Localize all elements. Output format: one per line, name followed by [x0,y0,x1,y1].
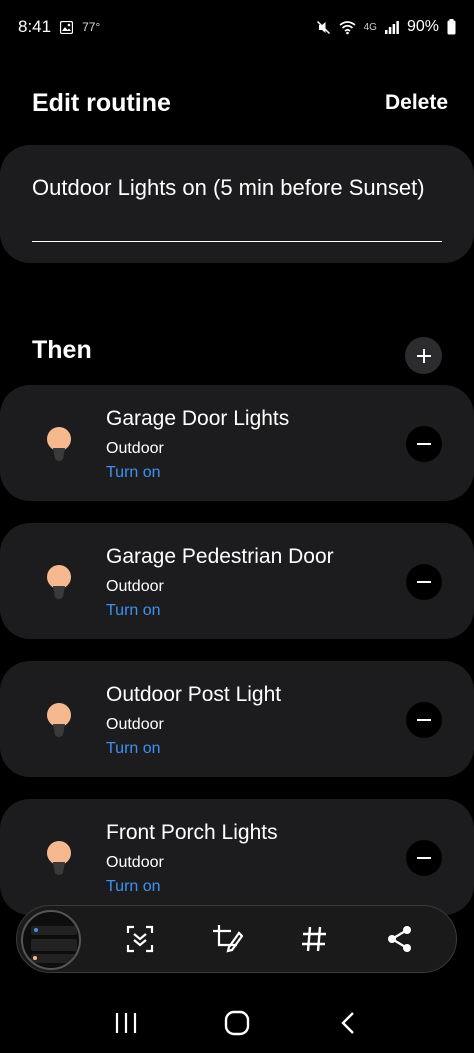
device-name: Outdoor Post Light [106,683,282,706]
share-icon[interactable] [383,922,417,956]
light-bulb-icon [47,565,71,599]
plus-icon [416,348,431,363]
light-bulb-icon [47,703,71,737]
device-action-link[interactable]: Turn on [106,602,161,620]
remove-device-button[interactable] [406,702,442,738]
device-card[interactable]: Garage Pedestrian Door Outdoor Turn on [0,523,474,639]
minus-icon [417,443,431,445]
remove-device-button[interactable] [406,840,442,876]
device-name: Front Porch Lights [106,821,278,844]
routine-name-card[interactable]: Outdoor Lights on (5 min before Sunset) [0,145,474,263]
header: Edit routine Delete [32,82,448,124]
device-room: Outdoor [106,440,164,457]
navigation-bar [0,993,474,1053]
mute-icon [316,20,331,35]
gallery-icon [60,20,74,34]
home-icon[interactable] [217,1003,257,1043]
device-room: Outdoor [106,578,164,595]
device-card[interactable]: Outdoor Post Light Outdoor Turn on [0,661,474,777]
hashtag-icon[interactable] [297,922,331,956]
device-room: Outdoor [106,716,164,733]
status-time: 8:41 [18,17,52,36]
battery-percent: 90% [406,18,439,35]
scroll-capture-icon[interactable] [123,922,157,956]
add-action-button[interactable] [405,337,442,374]
status-bar: 8:41 77° 4G 90% [0,0,474,54]
device-name: Garage Door Lights [106,407,290,430]
device-card[interactable]: Front Porch Lights Outdoor Turn on [0,799,474,915]
remove-device-button[interactable] [406,564,442,600]
device-name: Garage Pedestrian Door [106,545,334,568]
minus-icon [417,857,431,859]
input-underline [32,241,442,242]
screenshot-toolbar [16,905,457,973]
device-room: Outdoor [106,854,164,871]
minus-icon [417,581,431,583]
network-type: 4G [363,21,377,33]
device-action-link[interactable]: Turn on [106,878,161,896]
light-bulb-icon [47,427,71,461]
delete-button[interactable]: Delete [385,91,448,115]
status-left: 8:41 77° [18,17,100,37]
signal-icon [384,20,399,34]
wifi-icon [339,20,356,35]
routine-name-input[interactable]: Outdoor Lights on (5 min before Sunset) [32,173,442,202]
battery-icon [447,19,456,35]
back-icon[interactable] [328,1003,368,1043]
device-action-link[interactable]: Turn on [106,740,161,758]
crop-edit-icon[interactable] [210,922,244,956]
device-card[interactable]: Garage Door Lights Outdoor Turn on [0,385,474,501]
device-action-link[interactable]: Turn on [106,464,161,482]
minus-icon [417,719,431,721]
light-bulb-icon [47,841,71,875]
page-title: Edit routine [32,88,171,117]
remove-device-button[interactable] [406,426,442,462]
screenshot-thumbnail[interactable] [21,910,81,970]
recent-apps-icon[interactable] [106,1003,146,1043]
then-section-label: Then [32,336,92,364]
status-right: 4G 90% [316,18,456,36]
status-temperature: 77° [82,20,101,34]
